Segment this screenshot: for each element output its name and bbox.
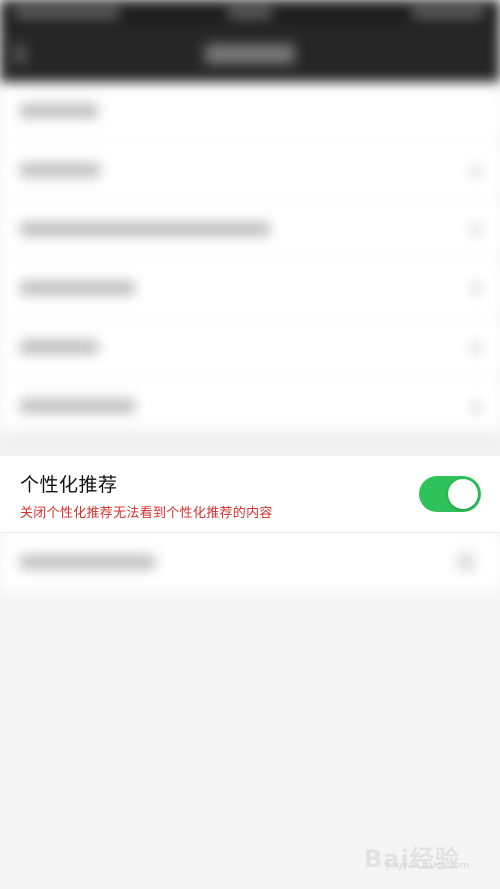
chevron-right-icon <box>456 552 476 572</box>
chevron-right-icon <box>472 224 480 236</box>
blurred-row-text <box>20 104 98 118</box>
blurred-list-row <box>0 318 500 377</box>
section-gap <box>0 430 500 456</box>
status-time-blob <box>228 8 272 18</box>
screen: 个性化推荐 关闭个性化推荐无法看到个性化推荐的内容 Bai经验 jingyan.… <box>0 0 500 889</box>
back-icon <box>14 44 26 64</box>
blurred-row-text <box>20 222 270 236</box>
personalized-recommendation-row: 个性化推荐 关闭个性化推荐无法看到个性化推荐的内容 <box>0 456 500 533</box>
watermark-url: jingyan.baidu.com <box>386 861 470 871</box>
blurred-list-row <box>0 141 500 200</box>
status-battery-blob <box>412 8 484 18</box>
chevron-right-icon <box>472 342 480 354</box>
nav-title-blob <box>205 44 295 64</box>
blurred-settings-list <box>0 82 500 436</box>
blurred-row-text <box>20 340 98 354</box>
chevron-right-icon <box>472 165 480 177</box>
toggle-knob <box>448 479 478 509</box>
blurred-list-row <box>0 377 500 436</box>
blurred-list-row <box>0 259 500 318</box>
blurred-list-row <box>0 532 500 592</box>
chevron-right-icon <box>472 401 480 413</box>
blurred-list-row <box>0 82 500 141</box>
status-bar <box>0 0 500 26</box>
personalized-recommendation-toggle[interactable] <box>419 476 481 512</box>
blurred-list-row <box>0 200 500 259</box>
chevron-right-icon <box>472 283 480 295</box>
blurred-background <box>0 0 500 889</box>
baidu-jingyan-watermark: Bai经验 jingyan.baidu.com <box>364 833 484 873</box>
blurred-row-text <box>20 163 100 177</box>
setting-title: 个性化推荐 <box>20 474 118 496</box>
blurred-row-text <box>20 555 155 569</box>
blurred-row-text <box>20 281 135 295</box>
nav-bar <box>0 26 500 82</box>
blurred-row-text <box>20 399 135 413</box>
status-carrier-blob <box>14 8 119 18</box>
setting-subtitle: 关闭个性化推荐无法看到个性化推荐的内容 <box>20 506 273 521</box>
